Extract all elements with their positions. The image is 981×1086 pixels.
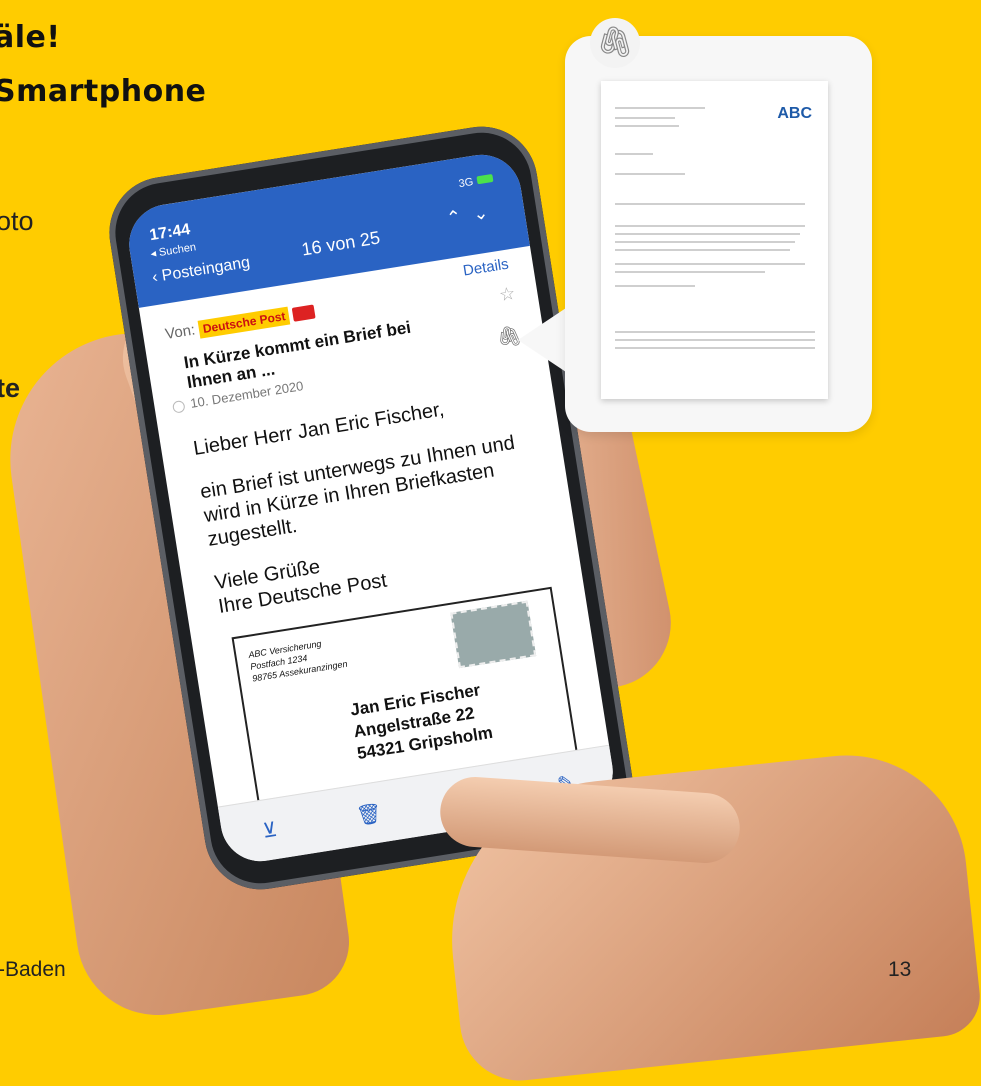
sender-badge[interactable]: Deutsche Post: [197, 306, 291, 339]
envelope-sender: ABC Versicherung Postfach 1234 98765 Ass…: [248, 634, 349, 685]
status-network: 3G: [458, 173, 494, 190]
details-link[interactable]: Details: [462, 256, 510, 280]
body-fragment-oto: oto: [0, 206, 34, 236]
doc-text-line: [615, 107, 705, 109]
doc-text-line: [615, 241, 795, 243]
trash-icon[interactable]: 🗑: [355, 800, 384, 829]
doc-text-line: [615, 173, 685, 175]
headline-line-1: äle!: [0, 20, 61, 55]
doc-text-line: [615, 203, 805, 205]
inbox-back-button[interactable]: ‹ Posteingang: [151, 254, 251, 287]
headline-line-2: Smartphone: [0, 74, 207, 109]
archive-icon[interactable]: ⊻: [261, 816, 279, 843]
doc-text-line: [615, 263, 805, 265]
doc-text-line: [615, 347, 815, 349]
message-nav-arrows[interactable]: ⌃⌄: [445, 200, 502, 229]
inbox-back-label: Posteingang: [160, 254, 252, 285]
doc-text-line: [615, 225, 805, 227]
chevron-down-icon[interactable]: ⌄: [472, 200, 502, 224]
from-label: Von:: [164, 321, 197, 343]
status-back-label: Suchen: [158, 241, 197, 259]
doc-text-line: [615, 153, 653, 155]
body-fragment-te: te: [0, 373, 21, 403]
postage-stamp-icon: [450, 600, 537, 669]
footer-left-text: -Baden: [0, 958, 66, 981]
letter-preview-document: ABC: [601, 81, 828, 399]
doc-text-line: [615, 249, 790, 251]
document-logo: ABC: [777, 105, 812, 122]
doc-text-line: [615, 125, 679, 127]
doc-text-line: [615, 285, 695, 287]
chevron-up-icon[interactable]: ⌃: [445, 205, 475, 229]
paperclip-icon: 🖇: [590, 18, 640, 68]
star-icon[interactable]: ☆: [498, 283, 517, 306]
doc-text-line: [615, 339, 815, 341]
battery-icon: [476, 173, 494, 185]
page-number: 13: [888, 958, 912, 981]
doc-text-line: [615, 117, 675, 119]
unread-indicator-icon: [171, 399, 186, 414]
envelope-recipient: Jan Eric Fischer Angelstraße 22 54321 Gr…: [349, 678, 495, 765]
post-horn-icon: [292, 304, 317, 322]
doc-text-line: [615, 271, 765, 273]
doc-text-line: [615, 331, 815, 333]
network-label: 3G: [457, 176, 475, 191]
doc-text-line: [615, 233, 800, 235]
message-counter: 16 von 25: [300, 227, 382, 260]
